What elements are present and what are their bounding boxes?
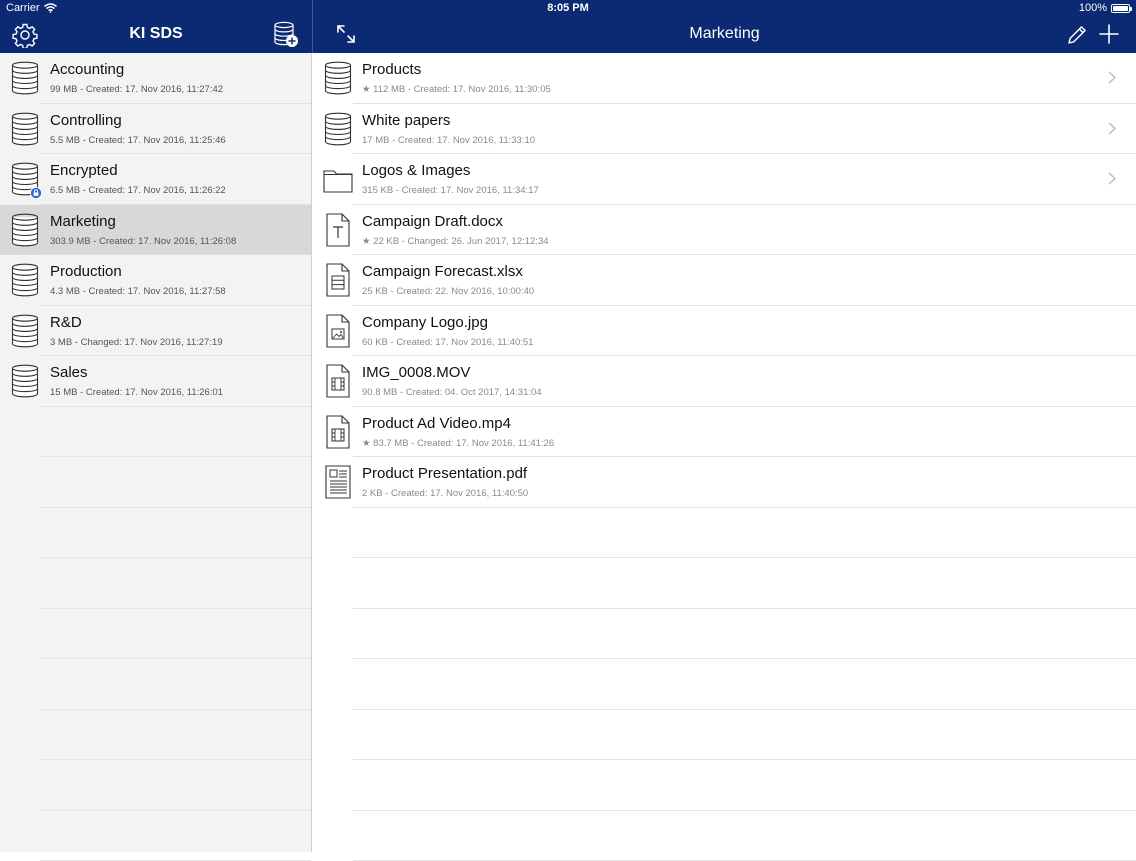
sidebar-item-sales[interactable]: Sales 15 MB - Created: 17. Nov 2016, 11:2… (0, 356, 311, 407)
empty-row (0, 457, 311, 508)
add-database-icon[interactable] (272, 21, 300, 49)
folder-icon (323, 162, 353, 196)
empty-row (0, 811, 311, 861)
file-row-white-papers[interactable]: White papers 17 MB - Created: 17. Nov 201… (313, 104, 1136, 155)
empty-row (0, 508, 311, 559)
file-name: Product Presentation.pdf (362, 465, 527, 482)
file-meta: 25 KB - Created: 22. Nov 2016, 10:00:40 (362, 286, 534, 297)
add-plus-icon[interactable] (1098, 23, 1120, 45)
right-nav-title: Marketing (313, 25, 1136, 43)
status-battery: 100% (1079, 2, 1130, 14)
file-name: Product Ad Video.mp4 (362, 415, 511, 432)
text-document-icon (323, 213, 353, 247)
sidebar-item-encrypted[interactable]: Encrypted 6.5 MB - Created: 17. Nov 2016,… (0, 154, 311, 205)
empty-row (0, 558, 311, 609)
file-row-product-ad-video-mp4[interactable]: Product Ad Video.mp4 ★ 83.7 MB - Created:… (313, 407, 1136, 458)
database-icon (10, 61, 40, 95)
sidebar-item-label: Production (50, 263, 122, 280)
file-name: Campaign Draft.docx (362, 213, 503, 230)
database-icon (323, 61, 353, 95)
status-time: 8:05 PM (0, 2, 1136, 14)
database-icon (10, 112, 40, 146)
file-name: Company Logo.jpg (362, 314, 488, 331)
file-meta: 2 KB - Created: 17. Nov 2016, 11:40:50 (362, 488, 528, 499)
sidebar-item-label: Accounting (50, 61, 124, 78)
pdf-file-icon (323, 465, 353, 499)
sidebar-item-label: Controlling (50, 112, 122, 129)
file-row-company-logo-jpg[interactable]: Company Logo.jpg 60 KB - Created: 17. Nov… (313, 306, 1136, 357)
file-name: IMG_0008.MOV (362, 364, 470, 381)
sidebar-item-accounting[interactable]: Accounting 99 MB - Created: 17. Nov 2016,… (0, 53, 311, 104)
navigation-bar: Carrier 8:05 PM 100% KI SDS (0, 0, 1136, 53)
file-meta: ★ 22 KB - Changed: 26. Jun 2017, 12:12:3… (362, 236, 549, 247)
empty-row (313, 710, 1136, 761)
empty-row (313, 760, 1136, 811)
battery-icon (1111, 4, 1130, 13)
empty-row (313, 609, 1136, 660)
empty-row (0, 609, 311, 660)
sidebar-item-marketing[interactable]: Marketing 303.9 MB - Created: 17. Nov 201… (0, 205, 311, 256)
sidebar-item-meta: 99 MB - Created: 17. Nov 2016, 11:27:42 (50, 84, 223, 95)
file-meta: 17 MB - Created: 17. Nov 2016, 11:33:10 (362, 135, 535, 146)
empty-row (313, 508, 1136, 559)
sidebar-item-meta: 4.3 MB - Created: 17. Nov 2016, 11:27:58 (50, 286, 226, 297)
sidebar-item-r-d[interactable]: R&D 3 MB - Changed: 17. Nov 2016, 11:27:1… (0, 306, 311, 357)
chevron-right-icon (1108, 71, 1116, 84)
empty-row (0, 710, 311, 761)
file-row-campaign-draft-docx[interactable]: Campaign Draft.docx ★ 22 KB - Changed: 26… (313, 205, 1136, 256)
database-icon (10, 314, 40, 348)
sidebar-item-label: R&D (50, 314, 82, 331)
sidebar-item-label: Sales (50, 364, 88, 381)
file-name: Logos & Images (362, 162, 470, 179)
image-file-icon (323, 314, 353, 348)
database-icon (323, 112, 353, 146)
empty-row (0, 659, 311, 710)
sidebar-item-meta: 6.5 MB - Created: 17. Nov 2016, 11:26:22 (50, 185, 226, 196)
chevron-right-icon (1108, 122, 1116, 135)
file-meta: 90.8 MB - Created: 04. Oct 2017, 14:31:0… (362, 387, 542, 398)
chevron-right-icon (1108, 172, 1116, 185)
file-meta: 315 KB - Created: 17. Nov 2016, 11:34:17 (362, 185, 539, 196)
file-row-campaign-forecast-xlsx[interactable]: Campaign Forecast.xlsx 25 KB - Created: 2… (313, 255, 1136, 306)
edit-pencil-icon[interactable] (1066, 24, 1088, 46)
left-nav-title: KI SDS (0, 25, 312, 43)
file-row-product-presentation-pdf[interactable]: Product Presentation.pdf 2 KB - Created: … (313, 457, 1136, 508)
empty-row (313, 659, 1136, 710)
file-meta: ★ 112 MB - Created: 17. Nov 2016, 11:30:… (362, 84, 551, 95)
database-icon (10, 263, 40, 297)
file-row-products[interactable]: Products ★ 112 MB - Created: 17. Nov 2016… (313, 53, 1136, 104)
file-name: Products (362, 61, 421, 78)
database-icon (10, 213, 40, 247)
video-file-icon (323, 415, 353, 449)
sidebar-item-production[interactable]: Production 4.3 MB - Created: 17. Nov 2016… (0, 255, 311, 306)
file-meta: 60 KB - Created: 17. Nov 2016, 11:40:51 (362, 337, 533, 348)
spreadsheet-icon (323, 263, 353, 297)
file-row-logos-images[interactable]: Logos & Images 315 KB - Created: 17. Nov … (313, 154, 1136, 205)
sidebar-item-meta: 5.5 MB - Created: 17. Nov 2016, 11:25:46 (50, 135, 226, 146)
empty-row (0, 407, 311, 458)
sidebar-item-label: Marketing (50, 213, 116, 230)
database-icon (10, 364, 40, 398)
file-row-img-0008-mov[interactable]: IMG_0008.MOV 90.8 MB - Created: 04. Oct 2… (313, 356, 1136, 407)
sidebar-item-meta: 303.9 MB - Created: 17. Nov 2016, 11:26:… (50, 236, 236, 247)
file-name: White papers (362, 112, 450, 129)
empty-row (313, 558, 1136, 609)
lock-badge-icon (30, 187, 42, 199)
empty-row (0, 760, 311, 811)
sidebar-item-meta: 15 MB - Created: 17. Nov 2016, 11:26:01 (50, 387, 223, 398)
sidebar-item-label: Encrypted (50, 162, 118, 179)
database-sidebar: Accounting 99 MB - Created: 17. Nov 2016,… (0, 53, 312, 852)
battery-percent: 100% (1079, 2, 1107, 14)
sidebar-item-controlling[interactable]: Controlling 5.5 MB - Created: 17. Nov 201… (0, 104, 311, 155)
empty-row (313, 811, 1136, 861)
sidebar-item-meta: 3 MB - Changed: 17. Nov 2016, 11:27:19 (50, 337, 223, 348)
file-list: Products ★ 112 MB - Created: 17. Nov 2016… (313, 53, 1136, 852)
file-meta: ★ 83.7 MB - Created: 17. Nov 2016, 11:41… (362, 438, 554, 449)
file-name: Campaign Forecast.xlsx (362, 263, 523, 280)
video-file-icon (323, 364, 353, 398)
